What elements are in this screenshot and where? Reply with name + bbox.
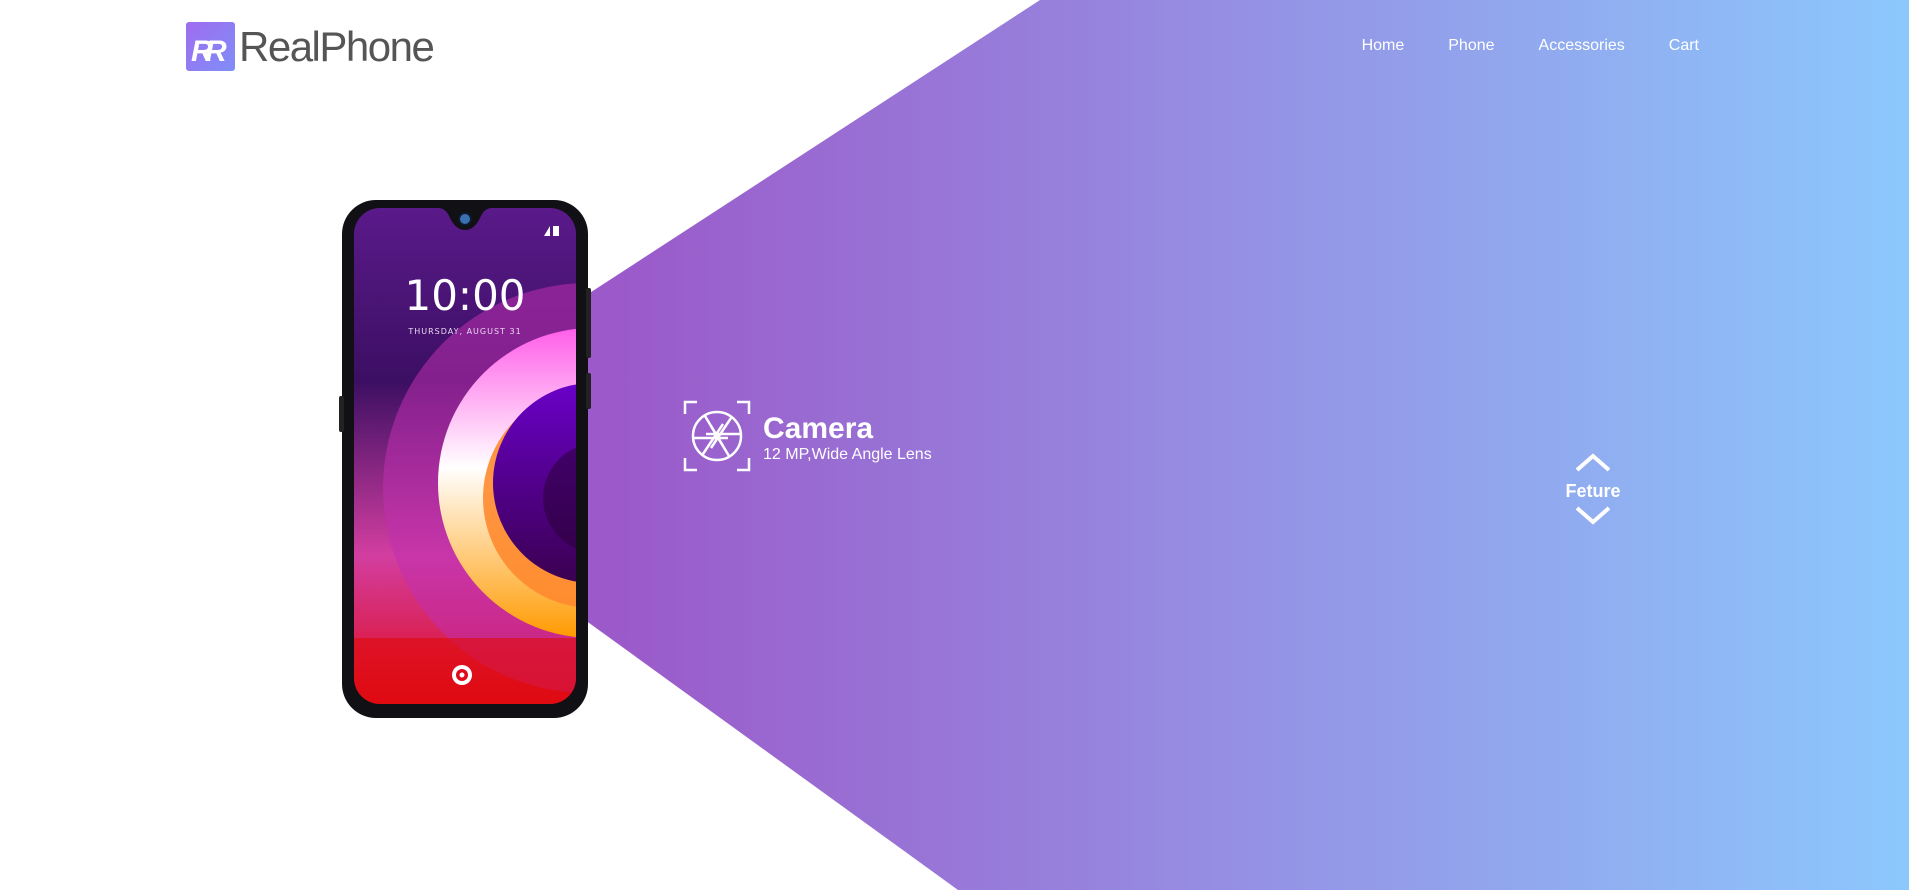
svg-text:R: R bbox=[205, 35, 227, 68]
nav-phone[interactable]: Phone bbox=[1448, 37, 1494, 55]
chevron-down-icon[interactable] bbox=[1573, 504, 1613, 531]
rr-logo-icon: R R bbox=[186, 22, 235, 71]
feature-nav-label: Feture bbox=[1565, 481, 1621, 501]
phone-clock: 10:00 bbox=[404, 271, 525, 320]
nav-home[interactable]: Home bbox=[1362, 37, 1405, 55]
chevron-up-icon[interactable] bbox=[1573, 452, 1613, 479]
brand-name: RealPhone bbox=[239, 22, 435, 70]
feature-card: Camera 12 MP,Wide Angle Lens bbox=[683, 400, 932, 477]
phone-date: THURSDAY, AUGUST 31 bbox=[407, 327, 521, 336]
feature-navigator: Feture bbox=[1548, 452, 1638, 531]
feature-description: 12 MP,Wide Angle Lens bbox=[763, 446, 932, 464]
feature-title: Camera bbox=[763, 412, 874, 446]
page: R R RealPhone Home Phone Accessories Car… bbox=[0, 0, 1909, 890]
phone-image: 10:00 THURSDAY, AUGUST 31 bbox=[338, 198, 592, 725]
main-nav: Home Phone Accessories Cart bbox=[1362, 37, 1699, 55]
camera-aperture-icon bbox=[683, 400, 751, 477]
brand-logo[interactable]: R R RealPhone bbox=[186, 22, 435, 71]
hero-background bbox=[585, 0, 1909, 890]
nav-cart[interactable]: Cart bbox=[1669, 37, 1699, 55]
feature-text: Camera 12 MP,Wide Angle Lens bbox=[763, 412, 932, 464]
nav-accessories[interactable]: Accessories bbox=[1539, 37, 1625, 55]
